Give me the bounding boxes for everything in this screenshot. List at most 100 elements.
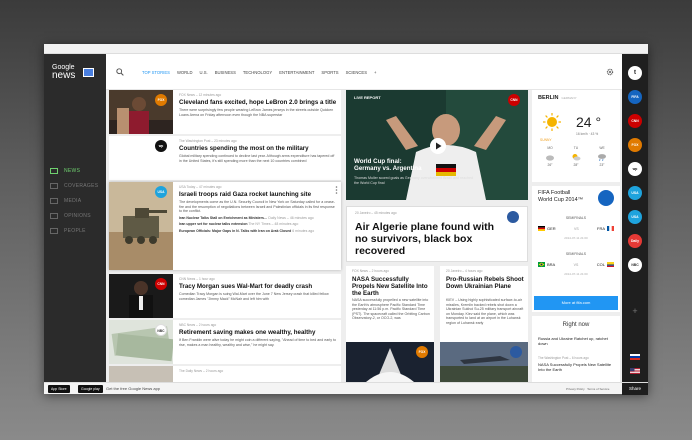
- story-source: FOX News – 12 minutes ago: [179, 93, 222, 97]
- forecast-temp: 28°: [573, 163, 579, 167]
- sidebar-item-opinions[interactable]: OPINIONS: [50, 209, 104, 223]
- forecast-day-label: TU: [573, 146, 579, 150]
- tab-us[interactable]: U.S.: [200, 70, 208, 75]
- app-store-button[interactable]: App Store: [48, 385, 70, 393]
- tab-sports[interactable]: SPORTS: [321, 70, 338, 75]
- match-row[interactable]: BRA VS COL: [536, 262, 616, 267]
- google-news-logo[interactable]: Google news: [52, 64, 75, 81]
- story-snippet: Comedian Tracy Morgan is suing Wal-Mart …: [179, 292, 329, 301]
- world-cup-title-line: FIFA Football: [538, 190, 571, 196]
- sidebar-nav: NEWS COVERAGES MEDIA OPINIONS PEOPLE: [50, 164, 104, 239]
- play-icon[interactable]: [430, 138, 446, 154]
- featured-story-card[interactable]: 20 Janeiro – 45 minutes ago Air Algerie …: [346, 206, 528, 262]
- nbc-badge-icon: NBC: [155, 324, 167, 336]
- top-header: TOP STORIES WORLD U.S. BUSINESS TECHNOLO…: [106, 54, 622, 90]
- match-score: VS: [573, 262, 579, 267]
- sun-cloud-icon: [572, 154, 581, 161]
- gear-icon[interactable]: [606, 68, 614, 76]
- sidebar-item-label: PEOPLE: [64, 228, 86, 234]
- live-report-hero[interactable]: LIVE REPORT CNN World Cup final: Germany…: [346, 90, 528, 200]
- story-card[interactable]: FOX FOX News – 12 minutes ago Cleveland …: [109, 90, 341, 134]
- story-title[interactable]: Countries spending the most on the milit…: [179, 145, 337, 152]
- russia-flag-icon[interactable]: [630, 354, 640, 360]
- cnn-badge-icon: CNN: [508, 94, 520, 106]
- related-story[interactable]: Iran Nuclear Talks Stall on Enrichment a…: [179, 216, 337, 221]
- usa-flag-icon[interactable]: [630, 368, 640, 374]
- terms-link[interactable]: Terms of Service: [587, 387, 609, 391]
- tab-technology[interactable]: TECHNOLOGY: [243, 70, 272, 75]
- forecast-temp: 26°: [547, 163, 553, 167]
- usa-today-badge-icon: USA: [155, 186, 167, 198]
- right-now-item[interactable]: NASA Successfully Propels New Satellite …: [538, 362, 616, 372]
- tab-sciences[interactable]: SCIENCES: [346, 70, 367, 75]
- story-title[interactable]: Israeli troops raid Gaza rocket launchin…: [179, 191, 337, 198]
- publisher-fifa-icon[interactable]: FIFA: [628, 90, 642, 104]
- add-publisher-icon[interactable]: +: [630, 306, 640, 316]
- temperature: 24 °: [576, 114, 602, 130]
- featured-story-title[interactable]: Air Algerie plane found with no survivor…: [355, 221, 505, 257]
- related-story[interactable]: Iran upper set for nuclear talks extensi…: [179, 222, 337, 227]
- publisher-fox-icon[interactable]: FOX: [628, 138, 642, 152]
- story-snippet: KIEV – Using highly sophisticated surfac…: [446, 298, 524, 325]
- story-card[interactable]: The Daily News – 2 hours ago: [109, 366, 341, 382]
- story-card[interactable]: wp The Washington Post – 23 minutes ago …: [109, 136, 341, 180]
- forecast-day-label: MO: [547, 146, 553, 150]
- publisher-usatoday-icon[interactable]: USA: [628, 210, 642, 224]
- story-title[interactable]: Retirement saving makes one wealthy, hea…: [179, 329, 337, 336]
- publisher-strip: t FIFA CNN FOX wp USA USA Daily NBC +: [622, 54, 648, 382]
- weather-widget[interactable]: BERLIN GERMANY 24 ° 16 km/h · 43 % SUNNY …: [532, 90, 620, 182]
- related-meta: Daily News – 46 minutes ago: [268, 215, 314, 220]
- story-card[interactable]: FOX News – 2 hours ago NASA Successfully…: [346, 266, 434, 382]
- tab-top-stories[interactable]: TOP STORIES: [142, 70, 170, 75]
- story-source: 20 Janeiro – 45 minutes ago: [355, 211, 397, 215]
- forecast-day-label: WE: [599, 146, 605, 150]
- related-story[interactable]: European Officials: Major Gaps in N. Tal…: [179, 229, 337, 234]
- country-name: GERMANY: [561, 96, 577, 100]
- tab-world[interactable]: WORLD: [177, 70, 193, 75]
- publisher-usatoday-icon[interactable]: USA: [628, 186, 642, 200]
- story-card[interactable]: 20 Janeiro – 4 hours ago Pro-Russian Reb…: [440, 266, 528, 382]
- hero-title[interactable]: World Cup final: Germany vs. Argentina: [354, 158, 422, 172]
- story-card[interactable]: NBC NBC News – 2 hours ago Retirement sa…: [109, 320, 341, 364]
- match-row[interactable]: GER VS FRA: [536, 226, 616, 231]
- add-tab-button[interactable]: +: [374, 70, 376, 75]
- sidebar-item-media[interactable]: MEDIA: [50, 194, 104, 208]
- tab-business[interactable]: BUSINESS: [215, 70, 236, 75]
- related-meta: 6 minutes ago: [292, 228, 315, 233]
- story-card[interactable]: CNN CNN News – 1 hour ago Tracy Morgan s…: [109, 274, 341, 318]
- fox-badge-icon: FOX: [155, 94, 167, 106]
- live-report-label: LIVE REPORT: [354, 95, 381, 100]
- sidebar-item-people[interactable]: PEOPLE: [50, 224, 104, 238]
- story-title[interactable]: NASA Successfully Propels New Satellite …: [352, 276, 432, 297]
- tab-entertainment[interactable]: ENTERTAINMENT: [279, 70, 314, 75]
- search-icon[interactable]: [116, 68, 124, 76]
- publisher-nyt-icon[interactable]: t: [628, 66, 642, 80]
- story-title[interactable]: Cleveland fans excited, hope LeBron 2.0 …: [179, 99, 337, 106]
- privacy-link[interactable]: Privacy Policy: [566, 387, 585, 391]
- opinion-icon: [50, 213, 58, 219]
- share-button[interactable]: Share: [622, 383, 648, 395]
- publisher-cnn-icon[interactable]: CNN: [628, 114, 642, 128]
- related-title: Iran Nuclear Talks Stall on Enrichment a…: [179, 215, 268, 220]
- story-title[interactable]: Pro-Russian Rebels Shoot Down Ukrainian …: [446, 276, 526, 290]
- publisher-wp-icon[interactable]: wp: [628, 162, 642, 176]
- story-source: 20 Janeiro – 4 hours ago: [446, 269, 483, 273]
- more-fifa-button[interactable]: More at fifa.com: [534, 296, 618, 310]
- publisher-seal-icon: [507, 211, 519, 223]
- sidebar-item-news[interactable]: NEWS: [50, 164, 104, 178]
- publisher-dailynews-icon[interactable]: Daily: [628, 234, 642, 248]
- story-title[interactable]: Tracy Morgan sues Wal-Mart for deadly cr…: [179, 283, 337, 290]
- publisher-nbc-icon[interactable]: NBC: [628, 258, 642, 272]
- story-card-expanded[interactable]: USA USA Today – 47 minutes ago Israeli t…: [109, 182, 341, 270]
- sidebar-item-label: COVERAGES: [64, 183, 99, 189]
- google-play-button[interactable]: Google play: [78, 385, 103, 393]
- sidebar-item-coverages[interactable]: COVERAGES: [50, 179, 104, 193]
- colombia-flag-icon: [607, 262, 614, 267]
- story-snippet: The developments come as the U.N. Securi…: [179, 200, 336, 214]
- hero-snippet: Thomas Muller scored goals as Germany ov…: [354, 176, 474, 185]
- story-source: The Washington Post – 23 minutes ago: [179, 139, 237, 143]
- more-options-icon[interactable]: [335, 186, 338, 194]
- right-now-item[interactable]: Russia and Ukraine Ratchet up, ratchet d…: [538, 336, 616, 346]
- world-cup-widget[interactable]: FIFA Football World Cup 2014™ SEMIFINALS…: [532, 186, 620, 312]
- story-source: NBC News – 2 hours ago: [179, 323, 217, 327]
